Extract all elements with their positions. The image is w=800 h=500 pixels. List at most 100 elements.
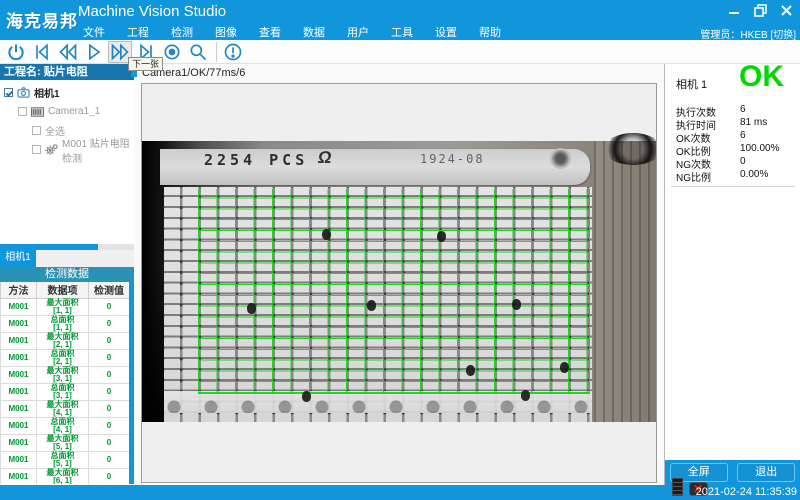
- menu-item[interactable]: 设置: [424, 24, 468, 40]
- menu-item[interactable]: 数据: [292, 24, 336, 40]
- missing-chip-blob: [302, 391, 311, 402]
- cell-item: 最大面积[4, 1]: [37, 400, 89, 417]
- cell-value: 0: [89, 451, 130, 468]
- run-icon[interactable]: [82, 41, 106, 63]
- stat-label: NG次数: [676, 156, 740, 168]
- minimize-button[interactable]: [724, 1, 744, 19]
- tree-item-module[interactable]: M001 贴片电阻检测: [0, 140, 134, 159]
- scrollbar-thumb[interactable]: [0, 244, 98, 250]
- table-row[interactable]: M001 最大面积[3, 1] 0: [1, 366, 130, 383]
- admin-status: 管理员：HKEB [切换]: [700, 26, 796, 41]
- tree-item-label: M001 贴片电阻检测: [62, 135, 134, 165]
- select-all-checkbox[interactable]: [32, 126, 41, 135]
- power-icon[interactable]: [4, 41, 28, 63]
- camera-icon: [17, 87, 30, 98]
- camera-tab-row: 相机1: [0, 250, 134, 267]
- project-tree: 相机1 Camera1_1 全选 M001 贴片电阻检测: [0, 80, 134, 244]
- tab-camera1[interactable]: 相机1: [0, 250, 36, 267]
- table-row[interactable]: M001 总面积[1, 1] 0: [1, 315, 130, 332]
- horizontal-scrollbar[interactable]: [0, 244, 134, 250]
- cell-method: M001: [1, 298, 37, 315]
- tray-logo-mark: Ω: [317, 148, 333, 168]
- app-title: Machine Vision Studio: [78, 3, 226, 20]
- menu-bar: 文件工程检测图像查看数据用户工具设置帮助: [0, 24, 800, 40]
- stat-row: OK比例 100.00%: [676, 143, 792, 155]
- missing-chip-blob: [466, 365, 475, 376]
- camera-viewport[interactable]: 2254 PCS Ω 1924-08: [141, 83, 657, 483]
- detect-data-header: 检测数据: [0, 267, 134, 282]
- cell-method: M001: [1, 417, 37, 434]
- cell-value: 0: [89, 298, 130, 315]
- menu-item[interactable]: 工具: [380, 24, 424, 40]
- menu-item[interactable]: 工程: [116, 24, 160, 40]
- tree-item-camera-group[interactable]: 相机1: [0, 83, 134, 102]
- module-checkbox[interactable]: [32, 145, 41, 154]
- zoom-icon[interactable]: [186, 41, 210, 63]
- col-method: 方法: [1, 282, 37, 298]
- cell-item: 总面积[2, 1]: [37, 349, 89, 366]
- menu-item[interactable]: 查看: [248, 24, 292, 40]
- title-bar: Machine Vision Studio: [0, 0, 800, 24]
- first-image-icon[interactable]: [30, 41, 54, 63]
- cell-method: M001: [1, 383, 37, 400]
- menu-item[interactable]: 用户: [336, 24, 380, 40]
- result-status: OK: [739, 60, 784, 94]
- menu-item[interactable]: 文件: [72, 24, 116, 40]
- exit-button[interactable]: 退出: [737, 463, 795, 482]
- close-button[interactable]: [776, 1, 796, 19]
- menu-item[interactable]: 检测: [160, 24, 204, 40]
- table-row[interactable]: M001 总面积[3, 1] 0: [1, 383, 130, 400]
- missing-chip-blob: [367, 300, 376, 311]
- tree-item-camera-device[interactable]: Camera1_1: [0, 102, 134, 121]
- cell-item: 总面积[5, 1]: [37, 451, 89, 468]
- table-row[interactable]: M001 最大面积[2, 1] 0: [1, 332, 130, 349]
- stat-label: NG比例: [676, 169, 740, 181]
- table-row[interactable]: M001 最大面积[1, 1] 0: [1, 298, 130, 315]
- table-row[interactable]: M001 最大面积[4, 1] 0: [1, 400, 130, 417]
- record-icon[interactable]: [160, 41, 184, 63]
- cell-value: 0: [89, 434, 130, 451]
- cell-item: 最大面积[5, 1]: [37, 434, 89, 451]
- tree-item-label: 相机1: [34, 85, 60, 100]
- cell-value: 0: [89, 383, 130, 400]
- cell-value: 0: [89, 468, 130, 484]
- cell-item: 最大面积[2, 1]: [37, 332, 89, 349]
- restore-button[interactable]: [750, 1, 770, 19]
- camera-group-checkbox[interactable]: [4, 88, 13, 97]
- cell-item: 总面积[1, 1]: [37, 315, 89, 332]
- detect-data-table: 方法 数据项 检测值 M001 最大面积[1, 1] 0 M001 总面积[1: [0, 282, 134, 484]
- tray-batch-code: 1924-08: [420, 152, 485, 166]
- cell-value: 0: [89, 315, 130, 332]
- col-item: 数据项: [37, 282, 89, 298]
- menu-item[interactable]: 帮助: [468, 24, 512, 40]
- cell-method: M001: [1, 468, 37, 484]
- table-row[interactable]: M001 最大面积[5, 1] 0: [1, 434, 130, 451]
- cell-item: 最大面积[6, 1]: [37, 468, 89, 484]
- cell-method: M001: [1, 400, 37, 417]
- table-row[interactable]: M001 最大面积[6, 1] 0: [1, 468, 130, 484]
- barcode-icon: [31, 107, 44, 117]
- missing-chip-blob: [521, 390, 530, 401]
- menu-item[interactable]: 图像: [204, 24, 248, 40]
- image-view-area: Camera1/OK/77ms/6 2254 PCS Ω 1924-08: [134, 64, 664, 485]
- plc-status-icon[interactable]: [672, 478, 683, 496]
- stat-value: 81 ms: [740, 117, 767, 129]
- detection-overlay: [198, 189, 590, 394]
- cell-value: 0: [89, 332, 130, 349]
- prev-image-icon[interactable]: [56, 41, 80, 63]
- stat-row: 执行时间 81 ms: [676, 117, 792, 129]
- cell-value: 0: [89, 366, 130, 383]
- info-icon[interactable]: [221, 41, 245, 63]
- tray-pin-hole: [550, 148, 571, 169]
- stat-value: 0.00%: [740, 169, 768, 181]
- stat-value: 100.00%: [740, 143, 779, 155]
- table-row[interactable]: M001 总面积[5, 1] 0: [1, 451, 130, 468]
- cell-method: M001: [1, 315, 37, 332]
- table-row[interactable]: M001 总面积[4, 1] 0: [1, 417, 130, 434]
- camera-device-checkbox[interactable]: [18, 107, 27, 116]
- tooltip-next-image: 下一张: [128, 57, 163, 71]
- stat-row: OK次数 6: [676, 130, 792, 142]
- table-row[interactable]: M001 总面积[2, 1] 0: [1, 349, 130, 366]
- cell-method: M001: [1, 451, 37, 468]
- stat-value: 6: [740, 130, 746, 142]
